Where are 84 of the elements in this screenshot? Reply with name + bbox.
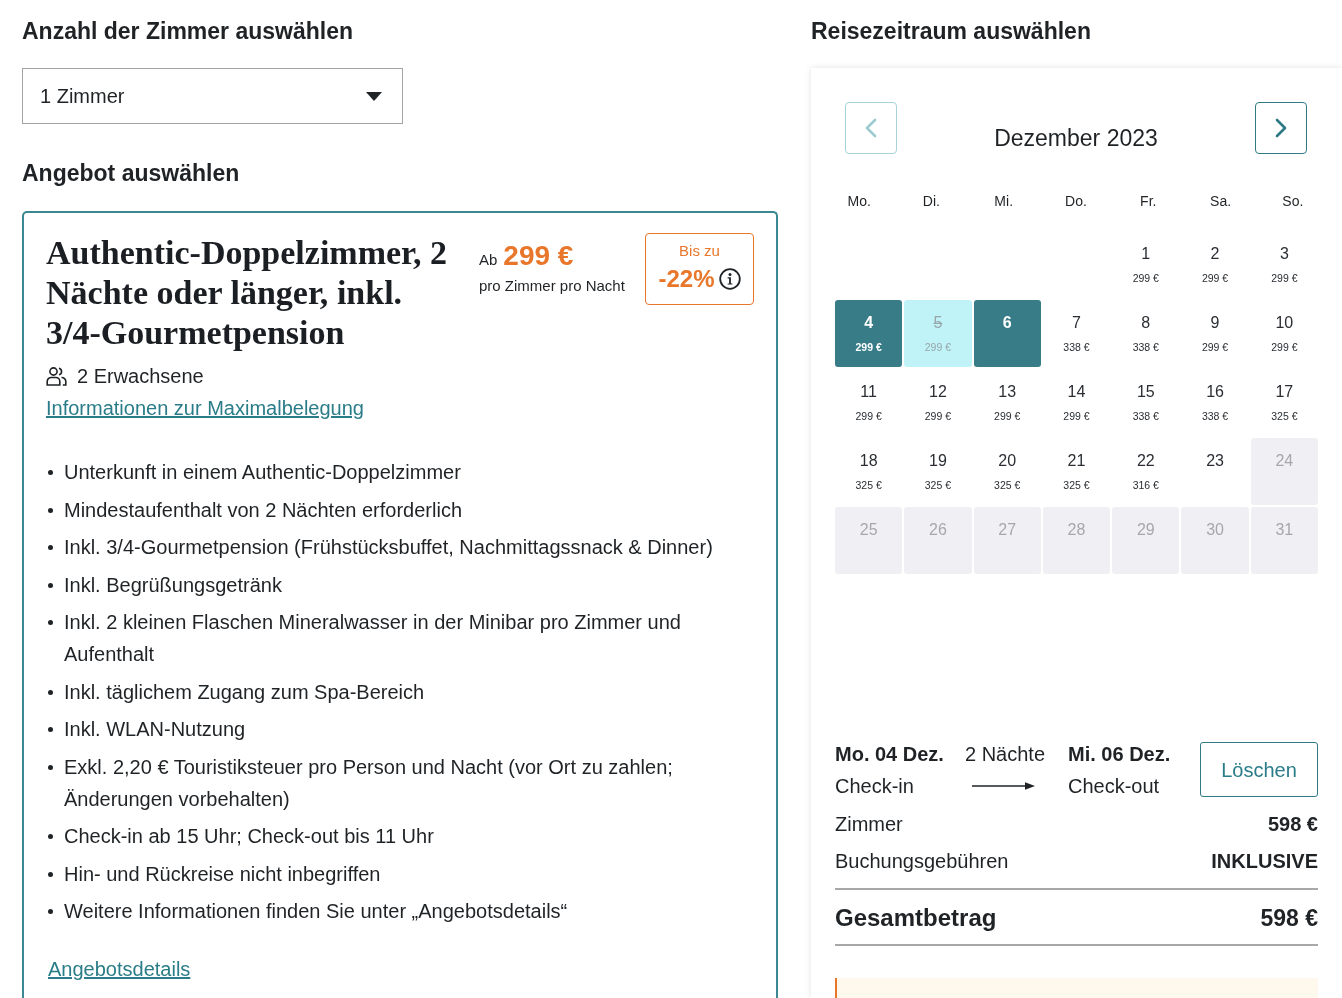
feature-text: Inkl. WLAN-Nutzung [64, 717, 246, 742]
calendar-day[interactable]: 19 325 € [904, 438, 972, 505]
feature-text: Hin- und Rückreise nicht inbegriffen [64, 861, 381, 887]
clear-button[interactable]: Löschen [1200, 742, 1318, 797]
offer-title: Authentic-Doppelzimmer, 2 Nächte oder länger, inkl. 3/4-Gourmetpension [46, 233, 449, 353]
bullet-icon [48, 764, 53, 770]
info-icon [718, 268, 741, 290]
chevron-left-icon [865, 118, 877, 138]
feature-text: Exkl. 2,20 € Touristiksteuer pro Person und Nacht (vor Ort zu zahlen; Änderungen vorbehalten) [64, 754, 674, 812]
total-value: 598 € [1260, 904, 1318, 933]
calendar-day[interactable]: 15 338 € [1112, 369, 1180, 436]
bullet-icon [48, 545, 53, 550]
bullet-icon [48, 689, 53, 695]
calendar-day[interactable]: 2 299 € [1181, 231, 1249, 298]
summary-label: Buchungsgebühren [835, 849, 1009, 874]
bullet-icon [48, 834, 53, 839]
caret-icon [366, 91, 382, 101]
bullet-icon [48, 909, 53, 914]
weekday-label: Sa. [1210, 192, 1232, 211]
calendar-day[interactable]: 16 338 € [1181, 369, 1249, 436]
weekday-label: Di. [922, 192, 940, 211]
bullet-icon [48, 620, 53, 625]
section-heading: Anzahl der Zimmer auswählen [22, 17, 354, 45]
section-heading: Reisezeitraum auswählen [811, 17, 1091, 45]
discount-value: -22% [658, 264, 715, 294]
check-out-label: Check-out [1068, 774, 1160, 799]
feature-text: Inkl. 2 kleinen Flaschen Mineralwasser in der Minibar pro Zimmer und Aufenthalt [64, 610, 682, 667]
calendar-day[interactable]: 21 325 € [1042, 438, 1111, 505]
summary-label: Zimmer [835, 812, 903, 837]
feature-text: Weitere Informationen finden Sie unter „Angebotsdetails“ [64, 899, 568, 924]
price-prefix: Ab [479, 250, 498, 270]
bullet-icon [48, 507, 53, 513]
bullet-icon [48, 582, 53, 588]
month-title: Dezember 2023 [994, 124, 1158, 153]
summary-value: INKLUSIVE [1211, 849, 1318, 874]
chevron-right-icon [1275, 118, 1287, 138]
occupancy-link[interactable]: Informationen zur Maximalbelegung [46, 392, 364, 424]
bullet-icon [48, 727, 53, 732]
calendar-day[interactable]: 23 [1181, 438, 1249, 505]
calendar-day[interactable]: 6 [973, 300, 1041, 367]
calendar-day[interactable]: 17 325 € [1250, 369, 1318, 436]
feature-text: Inkl. täglichem Zugang zum Spa-Bereich [64, 679, 425, 705]
weekday-label: Mi. [994, 192, 1014, 211]
calendar-day[interactable]: 22 316 € [1112, 438, 1180, 505]
total-label: Gesamtbetrag [835, 903, 997, 933]
feature-text: Mindestaufenthalt von 2 Nächten erforderlich [64, 497, 462, 523]
weekday-label: Do. [1065, 192, 1087, 211]
calendar-day[interactable]: 4 299 € [835, 300, 903, 367]
calendar-day[interactable]: 18 325 € [835, 438, 903, 505]
section-heading: Angebot auswählen [22, 159, 240, 187]
summary-value: 598 € [1267, 812, 1318, 837]
calendar-day[interactable]: 11 299 € [835, 369, 903, 436]
guest-count: 2 Erwachsene [77, 364, 204, 389]
calendar-day[interactable]: 10 299 € [1250, 300, 1318, 367]
calendar-day[interactable]: 9 299 € [1181, 300, 1249, 367]
weekday-label: So. [1282, 192, 1304, 211]
calendar-day[interactable]: 7 338 € [1042, 300, 1111, 367]
calendar-day[interactable]: 8 338 € [1112, 300, 1180, 367]
calendar-day[interactable]: 20 325 € [973, 438, 1041, 505]
weekday-label: Fr. [1140, 192, 1157, 211]
price-amount: 299 € [503, 239, 574, 273]
calendar-day[interactable]: 13 299 € [973, 369, 1041, 436]
arrow-icon [972, 781, 1035, 791]
room-select[interactable]: 1 Zimmer [22, 68, 403, 124]
check-in-date: Mo. 04 Dez. [835, 742, 944, 767]
people-icon [46, 366, 67, 386]
details-link[interactable]: Angebotsdetails [48, 953, 191, 985]
calendar-day[interactable]: 12 299 € [904, 369, 972, 436]
bullet-icon [48, 470, 53, 475]
feature-text: Check-in ab 15 Uhr; Check-out bis 11 Uhr [64, 824, 434, 849]
check-out-date: Mi. 06 Dez. [1068, 742, 1171, 767]
check-in-label: Check-in [835, 774, 914, 799]
bullet-icon [48, 871, 53, 877]
feature-text: Unterkunft in einem Authentic-Doppelzimmer [64, 460, 461, 485]
weekday-label: Mo. [847, 192, 871, 211]
price-unit: pro Zimmer pro Nacht [479, 276, 625, 296]
feature-text: Inkl. Begrüßungsgetränk [64, 572, 282, 598]
next-month-button[interactable] [1255, 102, 1307, 154]
feature-text: Inkl. 3/4-Gourmetpension (Frühstücksbuffet, Nachmittagssnack & Dinner) [64, 535, 713, 560]
calendar-day[interactable]: 14 299 € [1042, 369, 1111, 436]
nights-count: 2 Nächte [965, 742, 1046, 767]
discount-label: Bis zu [679, 242, 720, 260]
calendar-day[interactable]: 1 299 € [1112, 231, 1180, 298]
calendar-day[interactable]: 3 299 € [1250, 231, 1318, 298]
